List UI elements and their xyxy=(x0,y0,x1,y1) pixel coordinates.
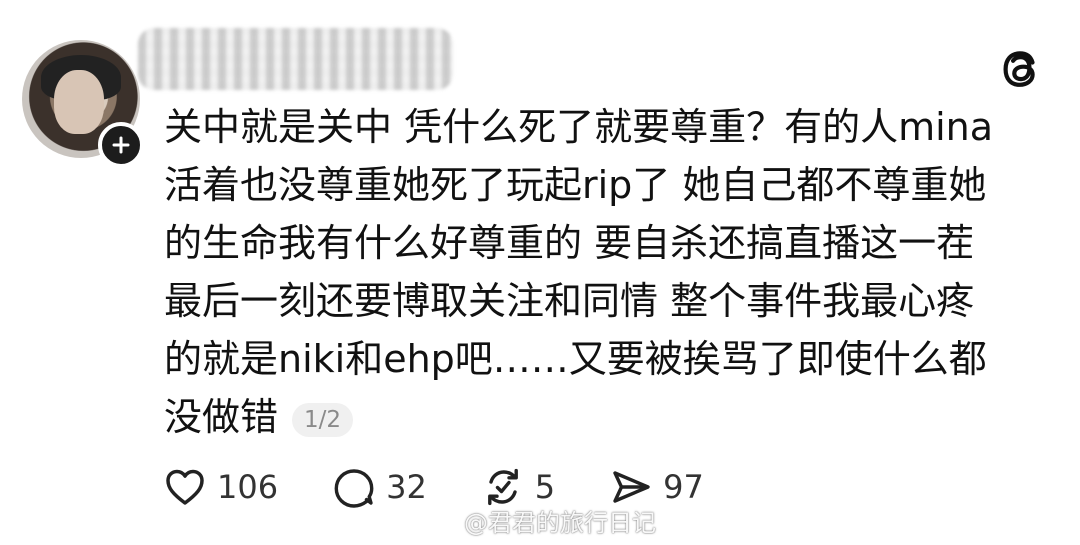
threads-icon xyxy=(1003,51,1035,87)
threads-post: 关中就是关中 凭什么死了就要尊重？有的人mina 活着也没尊重她死了玩起rip了… xyxy=(0,0,1080,545)
plus-icon xyxy=(112,136,130,154)
weibo-watermark: @君君的旅行日记 xyxy=(428,500,704,540)
post-text: 关中就是关中 凭什么死了就要尊重？有的人mina 活着也没尊重她死了玩起rip了… xyxy=(164,98,1064,446)
post-text-line: 的就是niki和ehp吧……又要被挨骂了即使什么都 xyxy=(164,337,987,381)
like-button[interactable]: 106 xyxy=(163,465,278,509)
blurred-username xyxy=(138,28,453,90)
page-indicator: 1/2 xyxy=(292,402,354,437)
comment-button[interactable]: 32 xyxy=(332,465,427,509)
post-text-line: 没做错 xyxy=(164,395,279,439)
post-text-line: 最后一刻还要博取关注和同情 整个事件我最心疼 xyxy=(164,279,975,323)
like-count: 106 xyxy=(217,468,279,506)
post-final-line: 没做错 1/2 xyxy=(164,388,1064,446)
heart-icon xyxy=(166,469,204,505)
post-text-line: 活着也没尊重她死了玩起rip了 她自己都不尊重她 xyxy=(164,163,987,207)
avatar-face xyxy=(54,70,104,134)
follow-button[interactable] xyxy=(98,122,144,168)
watermark-text: @君君的旅行日记 xyxy=(464,508,656,537)
comment-bubble-icon xyxy=(334,469,374,508)
comment-count: 32 xyxy=(386,468,427,506)
weibo-icon xyxy=(430,511,454,530)
post-text-line: 关中就是关中 凭什么死了就要尊重？有的人mina xyxy=(164,105,994,149)
post-text-line: 的生命我有什么好尊重的 要自杀还搞直播这一茬 xyxy=(164,221,975,265)
